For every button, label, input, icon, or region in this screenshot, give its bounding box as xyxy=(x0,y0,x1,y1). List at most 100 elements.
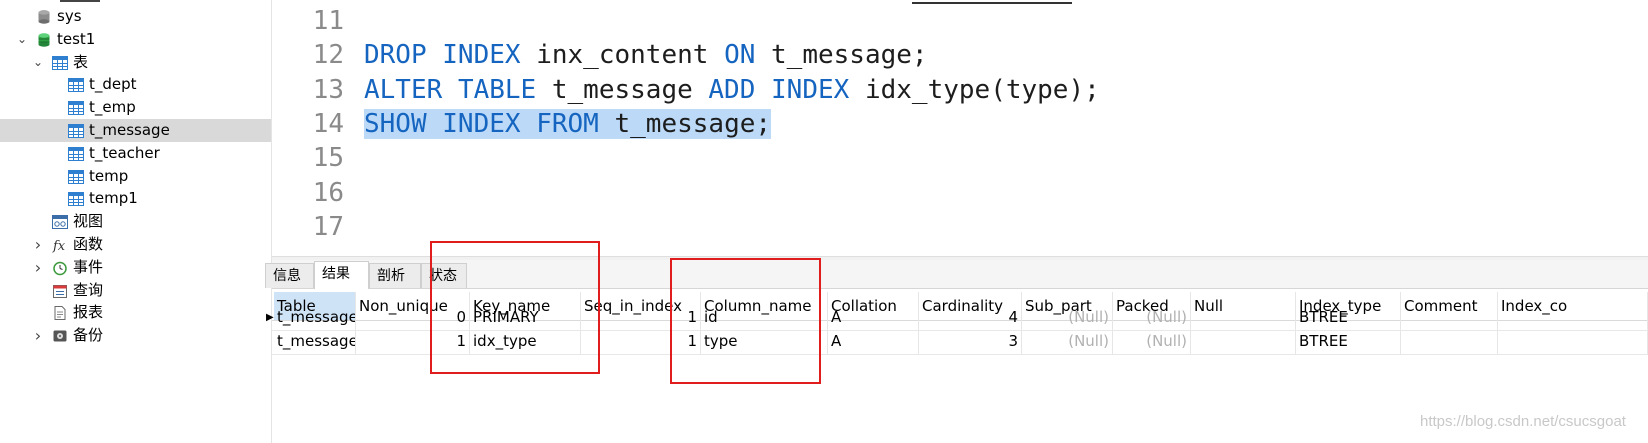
table-cell[interactable]: t_message xyxy=(274,329,356,354)
code-line[interactable]: 14 SHOW INDEX FROM t_message; xyxy=(272,107,1648,141)
tree-item-temp1[interactable]: temp1 xyxy=(0,187,271,210)
tree-item-t_message[interactable]: t_message xyxy=(0,119,271,142)
tree-item-备份[interactable]: › 备份 xyxy=(0,324,271,347)
table-cell[interactable]: 1 xyxy=(581,329,701,354)
svg-text:fx: fx xyxy=(52,239,66,253)
tree-item-label: t_message xyxy=(89,121,170,139)
chevron-right-icon[interactable]: › xyxy=(31,233,45,256)
table-row[interactable]: ▶ t_message 0 PRIMARY 1 id A 4 (Null) (Null) BTREE xyxy=(266,305,1648,331)
sql-text: t_message; xyxy=(755,40,928,71)
tree-item-temp[interactable]: temp xyxy=(0,165,271,188)
sql-editor[interactable]: 11 12 DROP INDEX inx_content ON t_message;… xyxy=(272,0,1648,256)
tree-item-label: 事件 xyxy=(73,257,104,276)
database-icon xyxy=(36,9,52,25)
tree-item-label: 备份 xyxy=(73,326,104,345)
tree-item-t_emp[interactable]: t_emp xyxy=(0,96,271,119)
table-cell[interactable]: A xyxy=(828,305,919,330)
tree-item-sys[interactable]: sys xyxy=(0,5,271,28)
table-group-icon xyxy=(52,55,68,71)
tree-item-查询[interactable]: 查询 xyxy=(0,279,271,302)
table-cell[interactable] xyxy=(1498,329,1648,354)
chevron-down-icon[interactable]: ⌄ xyxy=(15,28,29,51)
tree-item-label: sys xyxy=(57,7,82,25)
code-line[interactable]: 12 DROP INDEX inx_content ON t_message; xyxy=(272,38,1648,72)
tree-item-表[interactable]: ⌄ 表 xyxy=(0,51,271,74)
tab-result-1[interactable]: 结果 1 xyxy=(314,261,369,307)
table-cell[interactable]: (Null) xyxy=(1022,305,1113,330)
view-icon xyxy=(52,214,68,230)
table-icon xyxy=(68,100,84,116)
table-cell[interactable]: 4 xyxy=(919,305,1022,330)
tree-item-label: 报表 xyxy=(73,303,104,322)
table-cell[interactable]: BTREE xyxy=(1296,329,1401,354)
table-cell[interactable] xyxy=(1401,329,1498,354)
table-cell[interactable] xyxy=(1191,329,1296,354)
tree-item-事件[interactable]: › 事件 xyxy=(0,256,271,279)
tree-item-视图[interactable]: 视图 xyxy=(0,210,271,233)
tree-item-函数[interactable]: › fx 函数 xyxy=(0,233,271,256)
table-cell[interactable] xyxy=(1401,305,1498,330)
watermark: https://blog.csdn.net/csucsgoat xyxy=(1420,413,1626,430)
tree-item-t_dept[interactable]: t_dept xyxy=(0,73,271,96)
sql-text: inx_content xyxy=(520,40,725,71)
table-row[interactable]: t_message 1 idx_type 1 type A 3 (Null) (Null) BTR… xyxy=(272,329,1648,355)
table-cell[interactable]: 1 xyxy=(356,329,470,354)
code-text: ALTER TABLE t_message ADD INDEX idx_type… xyxy=(364,73,1100,107)
clipped-item xyxy=(60,0,100,2)
tree-item-t_teacher[interactable]: t_teacher xyxy=(0,142,271,165)
table-cell[interactable]: idx_type xyxy=(470,329,581,354)
code-line[interactable]: 13 ALTER TABLE t_message ADD INDEX idx_ty… xyxy=(272,73,1648,107)
table-cell[interactable]: A xyxy=(828,329,919,354)
sql-keyword: FROM xyxy=(536,108,599,139)
table-cell[interactable] xyxy=(1191,305,1296,330)
tree-item-报表[interactable]: 报表 xyxy=(0,301,271,324)
line-number: 11 xyxy=(312,6,344,36)
table-icon xyxy=(68,191,84,207)
tree-item-test1[interactable]: ⌄ test1 xyxy=(0,28,271,51)
query-icon xyxy=(52,283,68,299)
table-cell[interactable]: 1 xyxy=(581,305,701,330)
table-cell[interactable]: (Null) xyxy=(1022,329,1113,354)
table-cell[interactable]: BTREE xyxy=(1296,305,1401,330)
code-line[interactable]: 15 xyxy=(272,141,1648,175)
sql-keyword: SHOW xyxy=(364,108,427,139)
tab-info[interactable]: 信息 xyxy=(265,263,314,288)
table-cell[interactable]: t_message xyxy=(274,305,356,330)
line-number: 13 xyxy=(312,74,344,105)
table-cell[interactable]: PRIMARY xyxy=(470,305,581,330)
text-selection: SHOW INDEX FROM t_message; xyxy=(364,108,772,139)
table-cell[interactable]: 0 xyxy=(356,305,470,330)
result-tabs: 信息结果 1剖析状态 xyxy=(265,260,1648,307)
table-cell[interactable]: (Null) xyxy=(1113,305,1191,330)
tree-item-label: 查询 xyxy=(73,280,104,299)
sql-keyword: TABLE xyxy=(457,74,537,105)
table-icon xyxy=(68,123,84,139)
tree-item-label: temp xyxy=(89,166,129,185)
code-text: DROP INDEX inx_content ON t_message; xyxy=(364,38,928,72)
line-number: 15 xyxy=(312,143,344,174)
tab-status[interactable]: 状态 xyxy=(421,263,467,288)
table-cell[interactable] xyxy=(1498,305,1648,330)
sql-keyword: DROP xyxy=(364,40,427,71)
tree-item-label: 视图 xyxy=(73,212,104,231)
tree-item-label: t_teacher xyxy=(89,143,160,162)
table-cell[interactable]: id xyxy=(701,305,828,330)
line-number: 14 xyxy=(312,108,344,139)
chevron-right-icon[interactable]: › xyxy=(31,256,45,279)
line-number: 17 xyxy=(312,211,344,242)
tab-profile[interactable]: 剖析 xyxy=(369,263,421,288)
sql-keyword: INDEX xyxy=(771,74,850,105)
code-line[interactable]: 11 xyxy=(272,4,1648,38)
tree-item-label: test1 xyxy=(57,29,96,48)
table-cell[interactable]: type xyxy=(701,329,828,354)
chevron-down-icon[interactable]: ⌄ xyxy=(31,51,45,74)
code-line[interactable]: 16 xyxy=(272,176,1648,210)
sql-text: t_message; xyxy=(598,108,772,139)
code-line[interactable]: 17 xyxy=(272,210,1648,244)
table-cell[interactable]: (Null) xyxy=(1113,329,1191,354)
table-cell[interactable]: 3 xyxy=(919,329,1022,354)
chevron-right-icon[interactable]: › xyxy=(31,324,45,347)
